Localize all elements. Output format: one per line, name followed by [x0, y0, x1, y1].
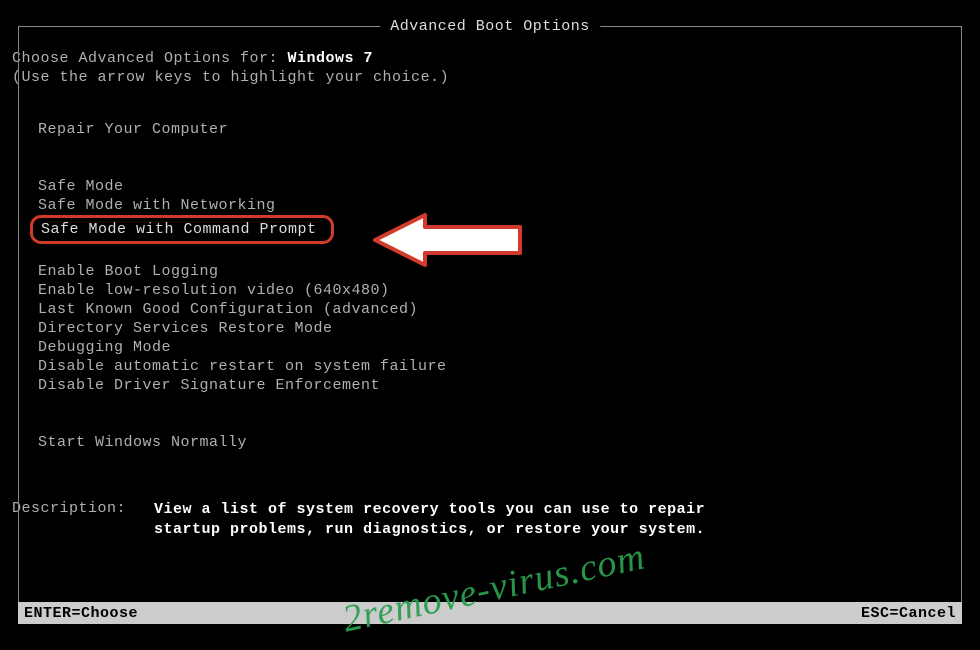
- screen-frame: [18, 26, 962, 624]
- status-enter: ENTER=Choose: [24, 605, 138, 622]
- status-bar: ENTER=Choose ESC=Cancel: [18, 602, 962, 624]
- page-title: Advanced Boot Options: [380, 18, 600, 35]
- status-esc: ESC=Cancel: [861, 605, 956, 622]
